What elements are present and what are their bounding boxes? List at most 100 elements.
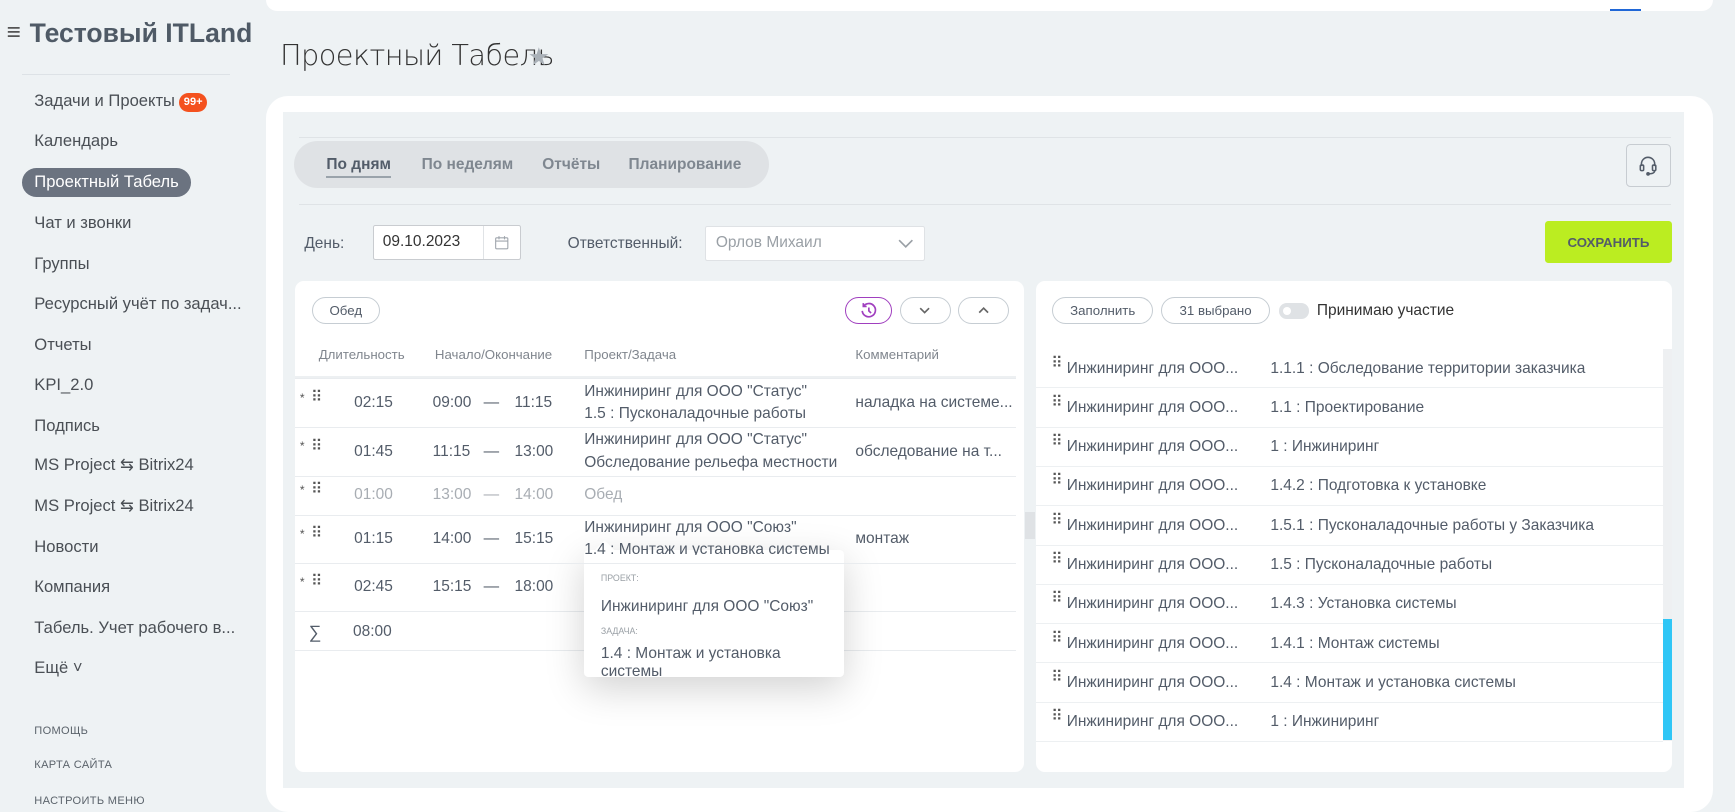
task-list-item[interactable]: ⠿ Инжиниринг для ООО... 1.5 : Пусконалад… — [1035, 545, 1664, 585]
task-list-item[interactable]: ⠿ Инжиниринг для ООО... 1.4.2 : Подготов… — [1035, 466, 1664, 507]
drag-handle-icon[interactable]: ⠿ — [311, 390, 322, 406]
sidebar-item[interactable]: Компания — [22, 573, 122, 602]
star-icon[interactable]: ★ — [528, 42, 550, 72]
list-scrollbar-thumb[interactable] — [1663, 618, 1673, 741]
start-time[interactable]: 14:00 — [433, 530, 472, 548]
start-time[interactable]: 09:00 — [433, 394, 472, 412]
table-row[interactable]: * ⠿ 01:15 14:00 — 15:15 Инжиниринг для О… — [295, 514, 1016, 564]
sidebar-footer-link[interactable]: НАСТРОИТЬ МЕНЮ — [34, 795, 145, 807]
history-button[interactable] — [845, 296, 892, 325]
tab-reports[interactable]: Отчёты — [542, 156, 600, 174]
drag-handle-icon[interactable]: ⠿ — [1051, 630, 1062, 646]
drag-handle-icon[interactable]: ⠿ — [1051, 709, 1062, 725]
end-time[interactable]: 18:00 — [515, 578, 554, 596]
task-list-item[interactable]: ⠿ Инжиниринг для ООО... 1.1.1 : Обследов… — [1035, 349, 1664, 389]
drag-handle-icon[interactable]: ⠿ — [1051, 552, 1062, 568]
end-time[interactable]: 14:00 — [515, 486, 554, 504]
task-name[interactable]: Обследование рельефа местности — [584, 454, 837, 472]
sidebar-footer-link[interactable]: ПОМОЩЬ — [34, 725, 88, 737]
sidebar-item[interactable]: Чат и звонки — [22, 209, 143, 238]
project-name[interactable]: Инжиниринг для ООО "Союз" — [584, 519, 796, 537]
sidebar-item[interactable]: Группы — [22, 250, 102, 279]
sidebar-item[interactable]: KPI_2.0 — [22, 371, 105, 400]
save-button[interactable]: СОХРАНИТЬ — [1544, 221, 1673, 264]
day-input[interactable]: 09.10.2023 — [372, 224, 522, 261]
col-comment: Комментарий — [855, 347, 939, 363]
start-time[interactable]: 15:15 — [433, 578, 472, 596]
task-list-item[interactable]: ⠿ Инжиниринг для ООО... 1.5.1 : Пусконал… — [1035, 506, 1664, 546]
sidebar-item[interactable]: Табель. Учет рабочего в... — [22, 614, 247, 643]
task-title: 1.5.1 : Пусконаладочные работы у Заказчи… — [1270, 516, 1594, 534]
table-row[interactable]: * ⠿ 01:00 13:00 — 14:00 Обед — [295, 475, 1016, 515]
table-row[interactable]: * ⠿ 02:45 15:15 — 18:00 — [295, 563, 1016, 611]
sidebar-item[interactable]: Ресурсный учёт по задач... — [22, 290, 254, 319]
required-mark: * — [299, 439, 305, 454]
end-time[interactable]: 13:00 — [515, 443, 554, 461]
tab-by-weeks[interactable]: По неделям — [422, 156, 514, 174]
sidebar-footer-link[interactable]: КАРТА САЙТА — [34, 759, 112, 771]
sidebar-item[interactable]: Отчеты — [22, 331, 104, 360]
calendar-icon[interactable] — [482, 225, 521, 260]
comment[interactable]: обследование на т... — [855, 443, 1002, 461]
task-name[interactable]: 1.5 : Пусконаладочные работы — [584, 405, 806, 423]
drag-handle-icon[interactable]: ⠿ — [311, 526, 322, 542]
scrollbar[interactable] — [1024, 512, 1035, 539]
drag-handle-icon[interactable]: ⠿ — [1051, 670, 1062, 686]
task-list-item[interactable]: ⠿ Инжиниринг для ООО... 1.4.1 : Монтаж с… — [1035, 624, 1664, 664]
sidebar-item[interactable]: Подпись — [22, 412, 112, 441]
sidebar-item[interactable]: Новости — [22, 533, 111, 562]
sidebar-item-label: Ещё ˅ — [34, 658, 83, 677]
table-row[interactable]: * ⠿ 01:45 11:15 — 13:00 Инжиниринг для О… — [295, 427, 1016, 476]
task-list-item[interactable]: ⠿ Инжиниринг для ООО... 1.4.3 : Установк… — [1035, 584, 1664, 625]
task-list-item[interactable]: ⠿ Инжиниринг для ООО... 1.4 : Монтаж и у… — [1035, 663, 1664, 703]
participate-toggle[interactable] — [1279, 303, 1310, 319]
lunch-button[interactable]: Обед — [312, 296, 380, 325]
task-list-item[interactable]: ⠿ Инжиниринг для ООО... 1 : Инжиниринг — [1035, 702, 1664, 742]
table-row[interactable]: * ⠿ 02:15 09:00 — 11:15 Инжиниринг для О… — [295, 378, 1016, 427]
tab-planning[interactable]: Планирование — [629, 156, 742, 174]
sidebar-item[interactable]: Задачи и Проекты 99+ — [22, 87, 219, 116]
selected-count-button[interactable]: 31 выбрано — [1160, 296, 1271, 325]
task-project: Инжиниринг для ООО... — [1066, 438, 1239, 456]
sidebar-item[interactable]: MS Project ⇆ Bitrix24 — [22, 451, 206, 480]
drag-handle-icon[interactable]: ⠿ — [1051, 473, 1062, 489]
drag-handle-icon[interactable]: ⠿ — [1051, 395, 1062, 411]
duration[interactable]: 01:45 — [354, 443, 393, 461]
menu-icon[interactable]: ≡ — [7, 19, 21, 47]
comment[interactable]: наладка на системе... — [855, 394, 1012, 412]
support-button[interactable] — [1625, 143, 1671, 187]
sidebar-item[interactable]: MS Project ⇆ Bitrix24 — [22, 492, 206, 521]
drag-handle-icon[interactable]: ⠿ — [1051, 434, 1062, 450]
comment[interactable]: монтаж — [855, 530, 909, 548]
move-up-button[interactable] — [958, 296, 1010, 325]
tab-by-days[interactable]: По дням — [326, 156, 391, 179]
drag-handle-icon[interactable]: ⠿ — [311, 482, 322, 498]
sidebar-item[interactable]: Проектный Табель — [22, 168, 191, 197]
fill-button[interactable]: Заполнить — [1052, 296, 1154, 325]
start-time[interactable]: 11:15 — [433, 443, 471, 461]
end-time[interactable]: 15:15 — [515, 530, 554, 548]
task-name[interactable]: 1.4 : Монтаж и установка системы — [584, 541, 830, 555]
duration[interactable]: 02:15 — [354, 394, 393, 412]
task-project: Инжиниринг для ООО... — [1066, 556, 1239, 574]
drag-handle-icon[interactable]: ⠿ — [311, 438, 322, 454]
responsible-select[interactable]: Орлов Михаил — [704, 225, 926, 262]
sidebar-item[interactable]: Календарь — [22, 127, 130, 156]
sidebar-item[interactable]: Ещё ˅ — [22, 654, 95, 683]
task-list-item[interactable]: ⠿ Инжиниринг для ООО... 1.1 : Проектиров… — [1035, 388, 1664, 428]
drag-handle-icon[interactable]: ⠿ — [1051, 591, 1062, 607]
project-name[interactable]: Инжиниринг для ООО "Статус" — [584, 431, 807, 449]
task-list-item[interactable]: ⠿ Инжиниринг для ООО... 1 : Инжиниринг — [1035, 427, 1664, 467]
drag-handle-icon[interactable]: ⠿ — [1051, 513, 1062, 529]
move-down-button[interactable] — [899, 296, 951, 325]
end-time[interactable]: 11:15 — [515, 394, 553, 412]
project-name[interactable]: Инжиниринг для ООО "Статус" — [584, 383, 807, 401]
drag-handle-icon[interactable]: ⠿ — [311, 574, 322, 590]
duration[interactable]: 01:00 — [354, 486, 393, 504]
company-header[interactable]: ≡ Тестовый ITLand — [7, 18, 253, 49]
start-time[interactable]: 13:00 — [433, 486, 472, 504]
duration[interactable]: 02:45 — [354, 578, 393, 596]
project-name[interactable]: Обед — [584, 486, 622, 504]
duration[interactable]: 01:15 — [354, 530, 393, 548]
drag-handle-icon[interactable]: ⠿ — [1051, 355, 1062, 371]
